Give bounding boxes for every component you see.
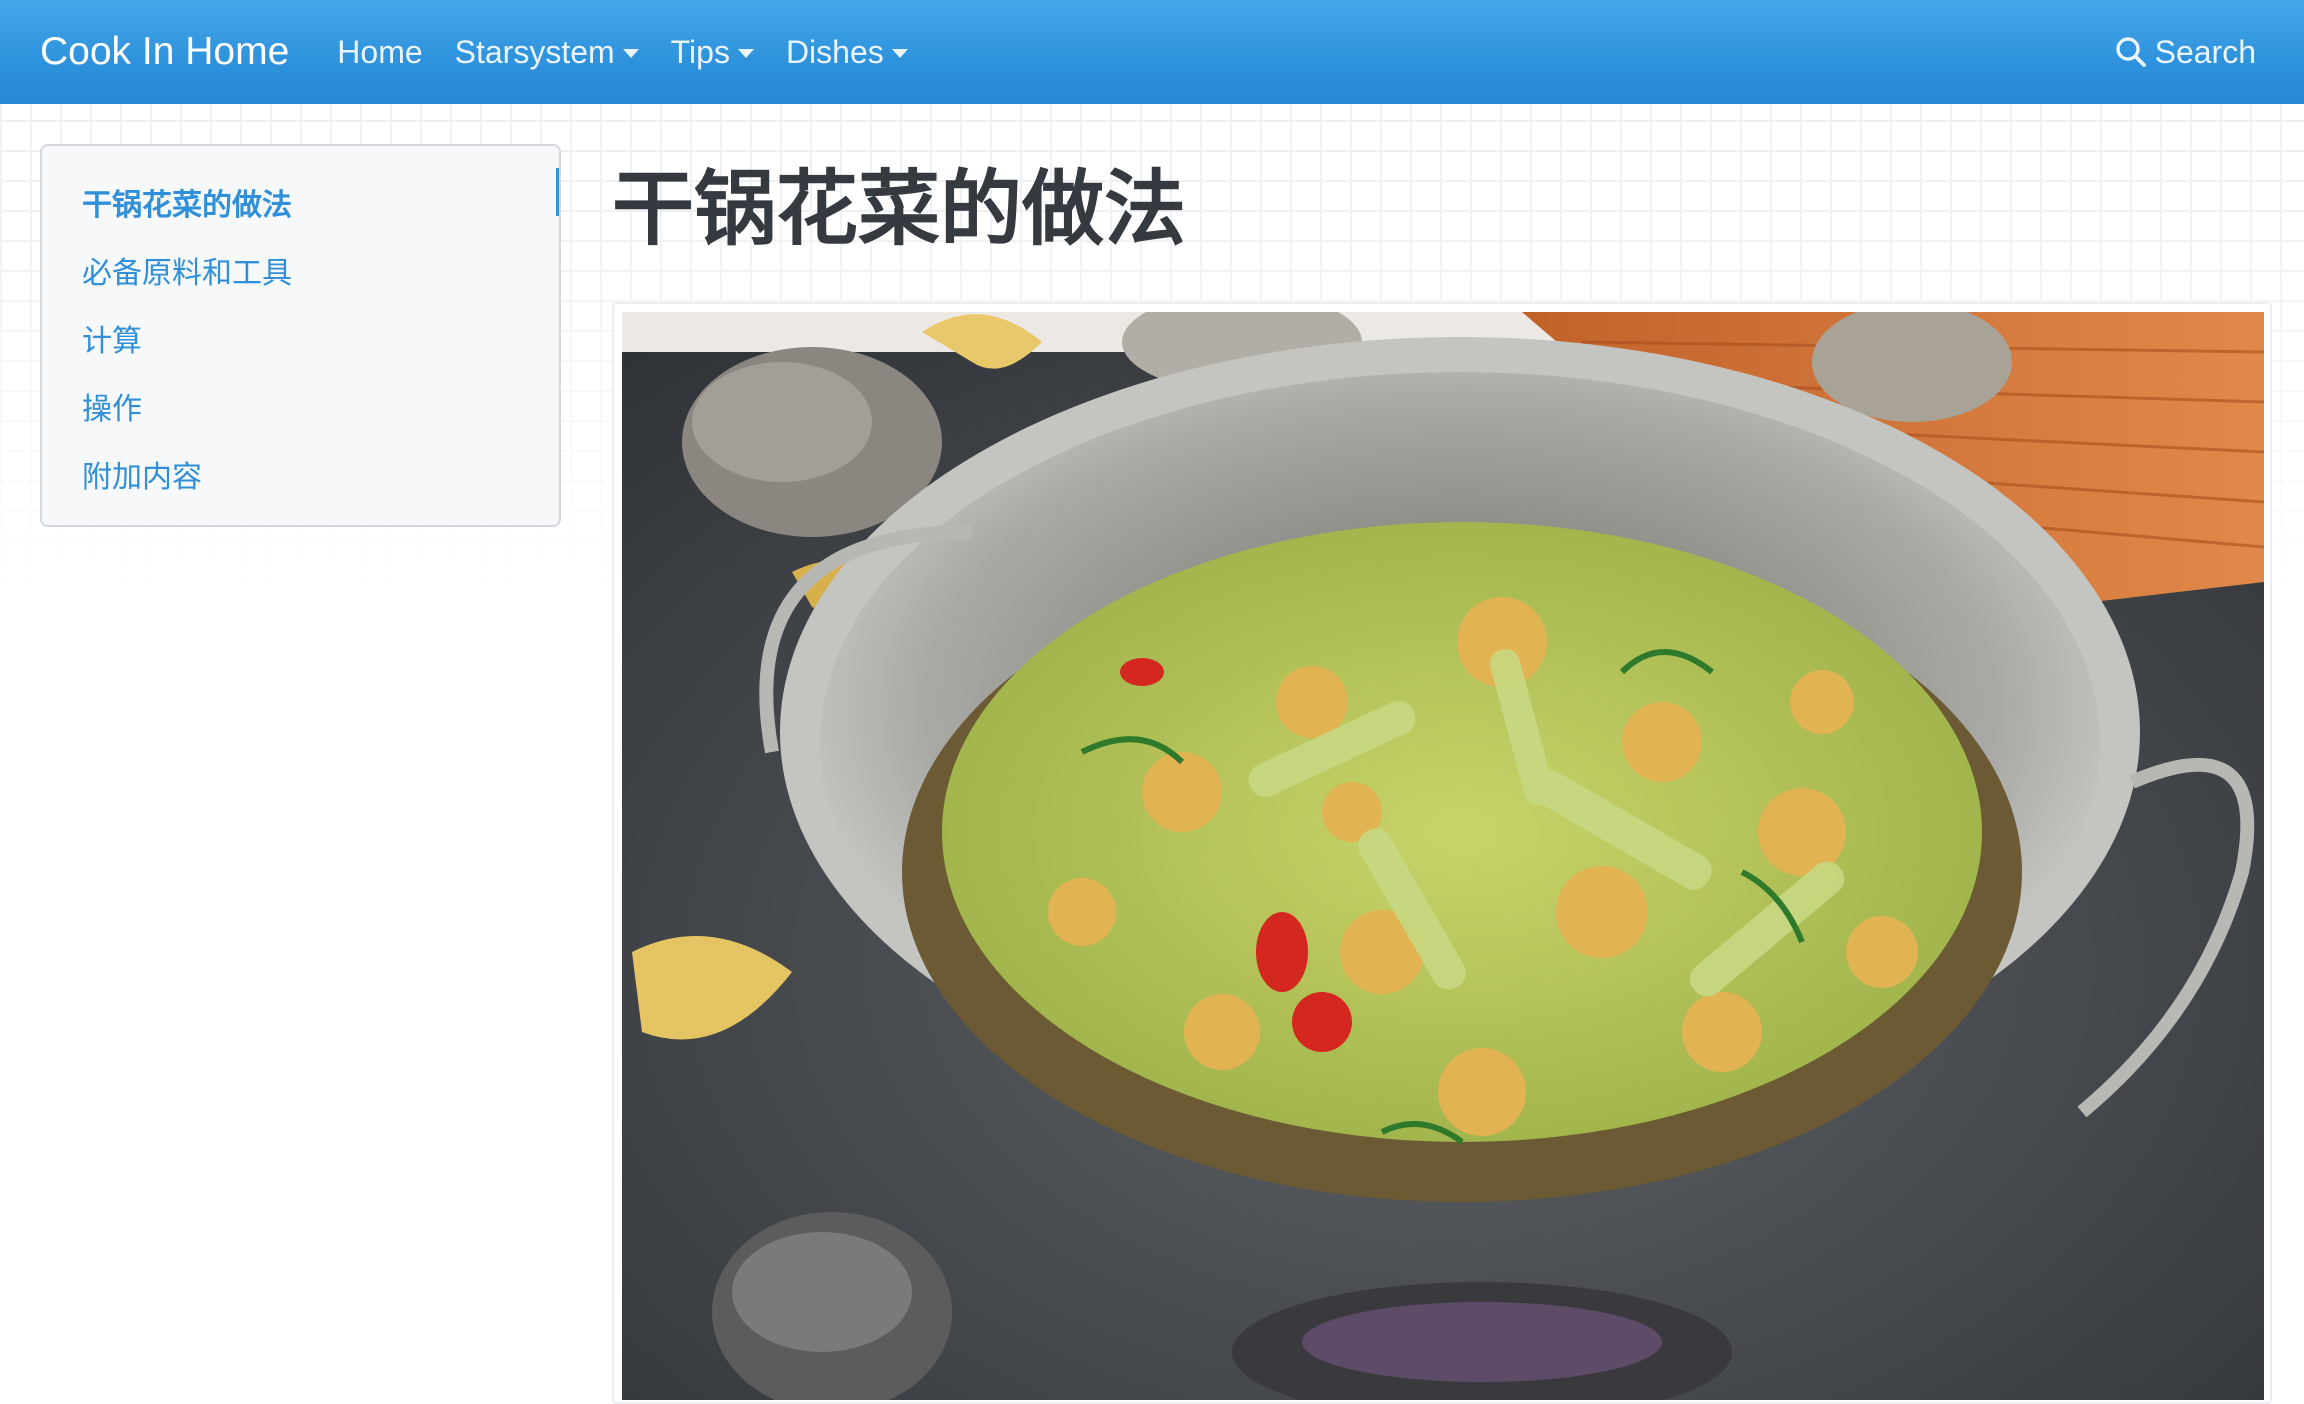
- nav-starsystem-label: Starsystem: [454, 33, 615, 70]
- caret-down-icon: [737, 48, 754, 58]
- dish-image-frame: [612, 302, 2272, 1404]
- toc-item-title[interactable]: 干锅花菜的做法: [82, 180, 292, 224]
- caret-down-icon: [622, 48, 639, 58]
- top-navbar: Cook In Home Home Starsystem Tips Dishes: [0, 0, 2304, 104]
- caret-down-icon: [891, 48, 908, 58]
- search-label: Search: [2154, 33, 2256, 70]
- nav-links: Home Starsystem Tips Dishes: [337, 34, 939, 71]
- nav-dishes-dropdown[interactable]: Dishes: [786, 34, 908, 71]
- toc-item-ingredients-tools[interactable]: 必备原料和工具: [82, 248, 292, 292]
- page: Cook In Home Home Starsystem Tips Dishes: [0, 0, 2304, 1404]
- table-of-contents: 干锅花菜的做法 必备原料和工具 计算 操作 附加内容: [40, 144, 561, 527]
- toc-item-operation[interactable]: 操作: [82, 384, 142, 428]
- search-icon: [2115, 37, 2146, 67]
- nav-tips-dropdown[interactable]: Tips: [671, 34, 754, 71]
- search-button[interactable]: Search: [2115, 0, 2256, 104]
- toc-item-calculation[interactable]: 计算: [82, 316, 142, 360]
- page-title: 干锅花菜的做法: [612, 162, 1187, 257]
- toc-item-extra-content[interactable]: 附加内容: [82, 452, 202, 496]
- brand-link[interactable]: Cook In Home: [40, 30, 289, 74]
- nav-tips-label: Tips: [670, 33, 730, 70]
- nav-dishes-label: Dishes: [785, 33, 884, 70]
- nav-home-link[interactable]: Home: [337, 34, 422, 71]
- nav-home-label: Home: [337, 33, 423, 70]
- nav-starsystem-dropdown[interactable]: Starsystem: [455, 34, 639, 71]
- dish-photo: [622, 312, 2264, 1400]
- toc-active-indicator: [556, 168, 559, 216]
